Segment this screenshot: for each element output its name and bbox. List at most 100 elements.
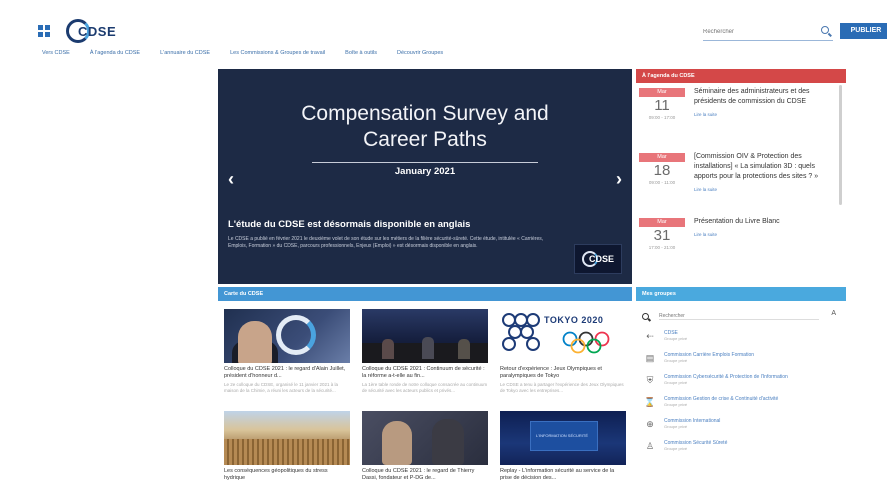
hero-carousel[interactable]: Compensation Survey and Career Paths Jan… [218, 69, 632, 284]
carousel-next-chevron-icon[interactable]: › [616, 169, 622, 190]
group-item[interactable]: ⊕ Commission International Groupe privé [636, 415, 846, 437]
news-card[interactable]: TOKYO 2020 Retour d'expérience : Jeux Ol… [500, 309, 626, 405]
nav-item-agenda[interactable]: À l'agenda du CDSE [90, 50, 140, 56]
nav-item-discover-groups[interactable]: Découvrir Groupes [397, 50, 443, 56]
nav-item-home[interactable]: Vers CDSE [42, 50, 70, 56]
news-card-image[interactable]: TOKYO 2020 [500, 309, 626, 363]
hero-date: January 2021 [394, 166, 456, 177]
news-header: Carte du CDSE [218, 287, 632, 301]
book-icon: ▤ [645, 353, 655, 363]
news-card[interactable]: Colloque du CDSE 2021 : le regard d'Alai… [224, 309, 350, 405]
event-day: 11 [654, 97, 670, 114]
event-title-text[interactable]: Présentation du Livre Blanc [694, 218, 780, 225]
news-card-title[interactable]: Retour d'expérience : Jeux Olympiques et… [500, 366, 626, 380]
news-card-excerpt: Le 2e colloque du CDSE, organisé le 11 j… [224, 382, 338, 393]
event-read-more-link[interactable]: Lire la suite [694, 230, 834, 240]
group-type: Groupe privé [664, 358, 688, 363]
continuity-icon: ⌛ [644, 397, 656, 407]
group-item[interactable]: ▤ Commission Carrière Emplois Formation G… [636, 349, 846, 371]
nav-item-toolbox[interactable]: Boîte à outils [345, 50, 377, 56]
news-card[interactable]: Les conséquences géopolitiques du stress… [224, 411, 350, 491]
news-card-image[interactable]: L'INFORMATION SÉCURITÉ [500, 411, 626, 465]
group-item[interactable]: ♙ Commission Sécurité Sûreté Groupe privé [636, 437, 846, 459]
group-item[interactable]: ⛨ Commission Cybersécurité & Protection … [636, 371, 846, 393]
hero-divider [312, 162, 538, 163]
news-card-title[interactable]: Colloque du CDSE 2021 : Continuum de séc… [362, 366, 488, 380]
event-title: Séminaire des administrateurs et des pré… [694, 87, 834, 120]
tokyo-2020-label: TOKYO 2020 [544, 315, 604, 325]
sort-alpha-icon[interactable]: A [831, 310, 836, 317]
news-card-image[interactable] [224, 411, 350, 465]
agenda-event[interactable]: Mar 31 17:00 - 21:00 Présentation du Liv… [636, 213, 846, 278]
news-card-title[interactable]: Colloque du CDSE 2021 : le regard de Thi… [362, 468, 488, 482]
logo-text: CDSE [78, 23, 117, 39]
agenda-panel: À l'agenda du CDSE Mar 11 09:00 - 17:00 … [636, 69, 846, 284]
hero-title: Compensation Survey and Career Paths [218, 101, 632, 153]
agenda-event[interactable]: Mar 18 09:00 - 11:00 [Commission OIV & P… [636, 148, 846, 213]
group-type: Groupe privé [664, 424, 688, 429]
group-type: Groupe privé [664, 380, 688, 385]
site-search-input[interactable] [703, 28, 813, 35]
news-panel: Carte du CDSE Colloque du CDSE 2021 : le… [218, 287, 632, 491]
group-type: Groupe privé [664, 336, 688, 341]
search-icon[interactable] [642, 312, 649, 320]
top-header: CDSE PUBLIER Vers CDSE À l'agenda du CDS… [0, 0, 887, 66]
nav-item-directory[interactable]: L'annuaire du CDSE [160, 50, 210, 56]
news-card-title[interactable]: Colloque du CDSE 2021 : le regard d'Alai… [224, 366, 350, 380]
apps-grid-icon[interactable] [38, 25, 50, 37]
arrow-left-icon: ⇠ [646, 331, 654, 341]
globe-icon: ⊕ [646, 419, 654, 429]
news-card-excerpt: Le CDSE a tenu à partager l'expérience d… [500, 382, 624, 393]
hero-logo-text: CDSE [588, 254, 614, 264]
event-date: Mar 18 09:00 - 11:00 [636, 153, 688, 185]
event-month: Mar [639, 153, 685, 162]
news-card[interactable]: L'INFORMATION SÉCURITÉ Replay - L'inform… [500, 411, 626, 491]
hero-cdse-logo: CDSE [574, 244, 622, 274]
hero-headline[interactable]: L'étude du CDSE est désormais disponible… [228, 219, 470, 230]
event-read-more-link[interactable]: Lire la suite [694, 185, 834, 195]
groups-header: Mes groupes [636, 287, 846, 301]
event-read-more-link[interactable]: Lire la suite [694, 110, 834, 120]
news-card[interactable]: Colloque du CDSE 2021 : le regard de Thi… [362, 411, 488, 491]
site-logo[interactable]: CDSE [66, 18, 148, 44]
event-month: Mar [639, 218, 685, 227]
news-grid: Colloque du CDSE 2021 : le regard d'Alai… [218, 301, 632, 491]
olympic-rings-icon [562, 331, 610, 354]
group-item[interactable]: ⇠ CDSE Groupe privé [636, 327, 846, 349]
agenda-header: À l'agenda du CDSE [636, 69, 846, 83]
event-date: Mar 31 17:00 - 21:00 [636, 218, 688, 250]
hero-title-line2: Career Paths [363, 128, 487, 151]
nav-item-commissions[interactable]: Les Commissions & Groupes de travail [230, 50, 325, 56]
search-icon[interactable] [821, 26, 829, 34]
news-card[interactable]: Colloque du CDSE 2021 : Continuum de séc… [362, 309, 488, 405]
news-card-title[interactable]: Les conséquences géopolitiques du stress… [224, 468, 350, 482]
event-time: 17:00 - 21:00 [648, 245, 676, 250]
publish-button[interactable]: PUBLIER [840, 23, 887, 39]
news-card-image[interactable] [224, 309, 350, 363]
shield-icon: ⛨ [646, 375, 654, 385]
site-search [703, 23, 833, 41]
event-time: 09:00 - 11:00 [648, 180, 676, 185]
hero-title-line1: Compensation Survey and [301, 102, 549, 125]
news-card-title[interactable]: Replay - L'information sécurité au servi… [500, 468, 626, 482]
event-title: [Commission OIV & Protection des install… [694, 152, 834, 195]
event-day: 18 [653, 162, 671, 179]
event-date: Mar 11 09:00 - 17:00 [636, 88, 688, 120]
screen-text: L'INFORMATION SÉCURITÉ [536, 433, 589, 438]
group-type: Groupe privé [664, 446, 688, 451]
news-card-image[interactable] [362, 411, 488, 465]
carousel-prev-chevron-icon[interactable]: ‹ [228, 169, 234, 190]
main-nav: Vers CDSE À l'agenda du CDSE L'annuaire … [42, 50, 443, 56]
groups-search-input[interactable] [659, 312, 819, 320]
group-item[interactable]: ⌛ Commission Gestion de crise & Continui… [636, 393, 846, 415]
agenda-event[interactable]: Mar 11 09:00 - 17:00 Séminaire des admin… [636, 83, 846, 148]
hero-description: Le CDSE a publié en février 2021 le deux… [228, 236, 544, 249]
groups-panel: Mes groupes A ⇠ CDSEGroupe privé ▤ Commi… [636, 287, 846, 491]
event-title-text[interactable]: [Commission OIV & Protection des install… [694, 153, 818, 180]
group-type: Groupe privé [664, 402, 688, 407]
event-title-text[interactable]: Séminaire des administrateurs et des pré… [694, 88, 810, 105]
news-card-image[interactable] [362, 309, 488, 363]
person-icon: ♙ [645, 441, 655, 451]
event-day: 31 [653, 227, 671, 244]
news-card-excerpt: La 1ère table ronde de notre colloque co… [362, 382, 488, 393]
